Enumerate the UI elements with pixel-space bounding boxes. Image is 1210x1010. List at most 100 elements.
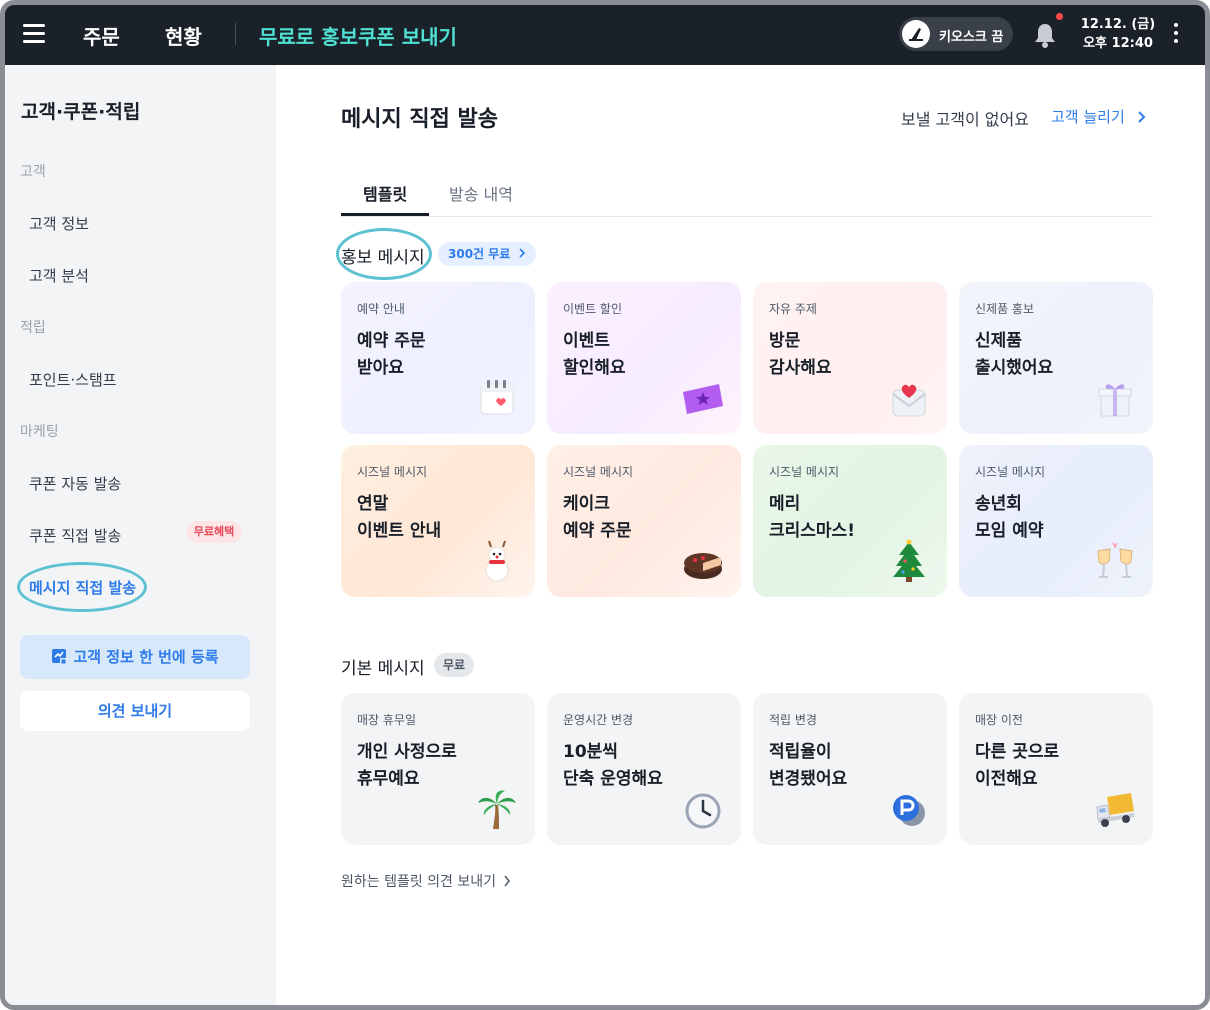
card-title-line2: 단축 운영해요 [563,769,663,789]
card-category: 시즈널 메시지 [769,465,840,479]
top-bar: 주문 현황 무료로 홍보쿠폰 보내기 키오스크 끔 12.12. (금) 오후 … [5,5,1205,65]
template-feedback-label: 원하는 템플릿 의견 보내기 [341,874,497,890]
card-title-line1: 메리 [769,494,801,514]
card-title-line1: 연말 [357,494,389,514]
chevron-right-icon [518,248,525,258]
free-quota-chip[interactable]: 300건 무료 [438,242,536,266]
no-customer-text: 보낼 고객이 없어요 [901,110,1029,129]
palm-tree-icon [478,790,516,829]
card-category: 이벤트 할인 [563,302,623,316]
card-title-line1: 이벤트 [563,331,610,351]
card-category: 매장 이전 [975,713,1023,727]
grow-customers-link[interactable]: 고객 늘리기 [1051,106,1146,127]
card-category: 매장 휴무일 [357,713,417,727]
card-title-line1: 개인 사정으로 [357,742,457,762]
card-category: 시즈널 메시지 [357,465,428,479]
card-title-line2: 출시했어요 [975,358,1054,378]
sidebar-item-direct-message[interactable]: 메시지 직접 발송 [29,577,136,598]
template-card-hours-change[interactable]: 운영시간 변경 10분씩 단축 운영해요 [547,693,741,845]
card-category: 시즈널 메시지 [975,465,1046,479]
card-title-line1: 10분씩 [563,742,618,762]
template-feedback-link[interactable]: 원하는 템플릿 의견 보내기 [341,871,511,891]
kiosk-toggle[interactable]: 키오스크 끔 [899,17,1013,51]
template-card-party[interactable]: 시즈널 메시지 송년회 모임 예약 [959,445,1153,597]
notification-dot [1056,13,1063,20]
card-title-line2: 휴무예요 [357,769,420,789]
tab-templates[interactable]: 템플릿 [363,181,407,205]
bell-icon[interactable] [1032,21,1058,49]
love-letter-icon [892,384,926,417]
card-category: 자유 주제 [769,302,817,316]
free-chip: 무료 [434,653,475,677]
card-title-line1: 신제품 [975,331,1022,351]
cake-icon [684,553,722,579]
template-card-closed[interactable]: 매장 휴무일 개인 사정으로 휴무예요 [341,693,535,845]
sidebar-title: 고객·쿠폰·적립 [21,101,141,123]
ticket-icon [683,384,723,414]
promo-coupon-link[interactable]: 무료로 홍보쿠폰 보내기 [259,21,457,50]
kiosk-icon [909,28,923,41]
menu-icon[interactable] [23,24,45,43]
app-window: 주문 현황 무료로 홍보쿠폰 보내기 키오스크 끔 12.12. (금) 오후 … [0,0,1210,1010]
card-category: 신제품 홍보 [975,302,1035,316]
send-feedback-button[interactable]: 의견 보내기 [20,691,250,731]
card-title-line2: 감사해요 [769,358,832,378]
card-title-line2: 모임 예약 [975,521,1044,541]
card-category: 시즈널 메시지 [563,465,634,479]
chevron-right-icon [1137,111,1145,123]
sidebar-item-points-stamps[interactable]: 포인트·스탬프 [29,369,117,390]
champagne-glasses-icon [1097,542,1133,578]
template-card-reservation[interactable]: 예약 안내 예약 주문 받아요 [341,282,535,434]
promo-section-title: 홍보 메시지 [341,248,425,268]
page-title: 메시지 직접 발송 [341,107,498,132]
register-customers-button[interactable]: 고객 정보 한 번에 등록 [20,635,250,679]
nav-orders[interactable]: 주문 [83,21,120,50]
template-card-year-end[interactable]: 시즈널 메시지 연말 이벤트 안내 [341,445,535,597]
nav-status[interactable]: 현황 [165,21,202,50]
nav-divider [235,23,236,45]
sidebar-item-direct-coupon[interactable]: 쿠폰 직접 발송 [29,525,121,546]
main-content: 메시지 직접 발송 보낼 고객이 없어요 고객 늘리기 템플릿 발송 내역 홍보… [276,65,1205,1005]
free-benefit-badge: 무료혜택 [186,521,242,543]
card-title-line2: 할인해요 [563,358,626,378]
template-card-new-product[interactable]: 신제품 홍보 신제품 출시했어요 [959,282,1153,434]
sidebar-section-customer: 고객 [20,164,46,180]
sidebar-item-customer-info[interactable]: 고객 정보 [29,213,89,234]
clock-icon [685,793,721,829]
free-quota-label: 300건 무료 [448,247,511,261]
card-title-line2: 변경됐어요 [769,769,848,789]
sidebar-section-points: 적립 [20,320,46,336]
time-text: 오후 12:40 [1083,36,1153,51]
date-text: 12.12. (금) [1080,17,1156,32]
template-card-cake[interactable]: 시즈널 메시지 케이크 예약 주문 [547,445,741,597]
truck-icon [1096,793,1134,827]
sidebar-section-marketing: 마케팅 [20,424,59,440]
kiosk-toggle-knob [902,20,930,48]
kiosk-toggle-label: 키오스크 끔 [939,30,1004,45]
template-card-relocation[interactable]: 매장 이전 다른 곳으로 이전해요 [959,693,1153,845]
template-card-thanks[interactable]: 자유 주제 방문 감사해요 [753,282,947,434]
card-title-line2: 크리스마스! [769,521,855,541]
gift-box-icon [1098,384,1132,417]
tab-send-history[interactable]: 발송 내역 [449,181,513,205]
upload-list-icon [52,649,67,664]
sidebar-item-auto-coupon[interactable]: 쿠폰 자동 발송 [29,473,121,494]
card-title-line2: 예약 주문 [563,521,632,541]
sidebar-item-customer-analysis[interactable]: 고객 분석 [29,265,89,286]
card-category: 예약 안내 [357,302,405,316]
card-category: 운영시간 변경 [563,713,634,727]
card-title-line1: 송년회 [975,494,1022,514]
tab-active-indicator [341,213,429,216]
basic-section-title: 기본 메시지 [341,659,425,679]
chevron-right-icon [504,875,511,887]
card-category: 적립 변경 [769,713,817,727]
template-card-christmas[interactable]: 시즈널 메시지 메리 크리스마스! [753,445,947,597]
grow-customers-label: 고객 늘리기 [1051,108,1125,126]
card-title-line1: 적립율이 [769,742,832,762]
card-title-line2: 받아요 [357,358,404,378]
card-title-line1: 방문 [769,331,801,351]
template-card-points-change[interactable]: 적립 변경 적립율이 변경됐어요 [753,693,947,845]
point-coin-icon [893,795,925,826]
more-icon[interactable] [1173,23,1179,45]
template-card-event[interactable]: 이벤트 할인 이벤트 할인해요 [547,282,741,434]
